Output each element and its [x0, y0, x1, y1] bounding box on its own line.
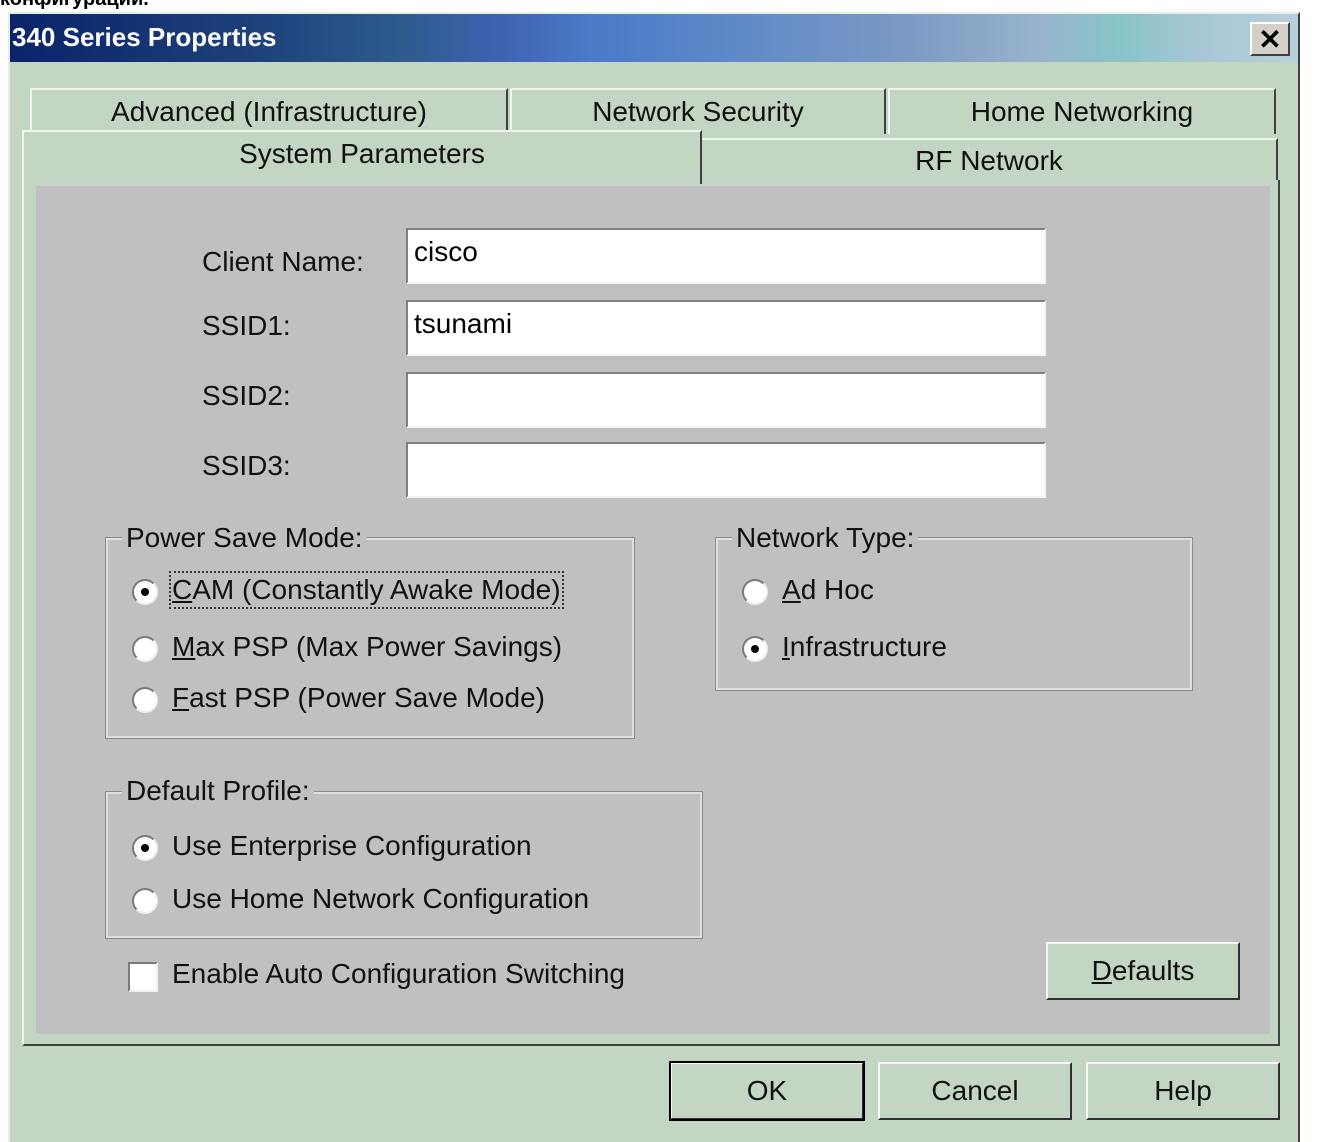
fast-psp-radio[interactable] [132, 687, 158, 713]
default-profile-group [105, 791, 703, 939]
ssid3-label: SSID3: [202, 450, 291, 481]
default-profile-legend: Default Profile: [122, 775, 314, 807]
window-title: 340 Series Properties [12, 22, 277, 52]
defaults-button[interactable]: Defaults [1046, 942, 1240, 1000]
close-button[interactable]: ✕ [1250, 22, 1290, 56]
page-caption: конфигурации. [0, 0, 149, 11]
tab-rf-network[interactable]: RF Network [700, 138, 1278, 182]
power-save-mode-legend: Power Save Mode: [122, 522, 367, 554]
ssid2-label: SSID2: [202, 380, 291, 411]
client-name-label: Client Name: [202, 246, 364, 277]
tab-network-security[interactable]: Network Security [510, 88, 886, 134]
ad-hoc-option-label[interactable]: Ad Hoc [782, 574, 874, 606]
tab-system-parameters[interactable]: System Parameters [22, 130, 702, 184]
ssid3-field[interactable] [406, 442, 1046, 498]
tab-advanced-infrastructure[interactable]: Advanced (Infrastructure) [30, 88, 508, 134]
home-network-config-radio[interactable] [132, 888, 158, 914]
help-button[interactable]: Help [1086, 1062, 1280, 1120]
ok-button[interactable]: OK [669, 1061, 865, 1121]
cam-option-label[interactable]: CAM (Constantly Awake Mode) [169, 571, 564, 609]
infrastructure-radio[interactable] [742, 636, 768, 662]
cancel-button[interactable]: Cancel [878, 1062, 1072, 1120]
ad-hoc-radio[interactable] [742, 579, 768, 605]
ssid2-field[interactable] [406, 372, 1046, 428]
network-type-group [715, 537, 1193, 691]
max-psp-option-label[interactable]: Max PSP (Max Power Savings) [172, 631, 562, 663]
tab-home-networking[interactable]: Home Networking [888, 88, 1276, 134]
auto-config-switching-checkbox[interactable] [128, 962, 158, 992]
ssid1-label: SSID1: [202, 310, 291, 341]
home-network-config-option-label[interactable]: Use Home Network Configuration [172, 883, 589, 915]
close-icon: ✕ [1258, 23, 1282, 55]
auto-config-switching-label[interactable]: Enable Auto Configuration Switching [172, 958, 625, 990]
client-name-field[interactable]: cisco [406, 228, 1046, 284]
network-type-legend: Network Type: [732, 522, 919, 554]
enterprise-config-radio[interactable] [132, 835, 158, 861]
cam-radio[interactable] [132, 579, 158, 605]
fast-psp-option-label[interactable]: Fast PSP (Power Save Mode) [172, 682, 545, 714]
max-psp-radio[interactable] [132, 636, 158, 662]
infrastructure-option-label[interactable]: Infrastructure [782, 631, 947, 663]
enterprise-config-option-label[interactable]: Use Enterprise Configuration [172, 830, 532, 862]
ssid1-field[interactable]: tsunami [406, 300, 1046, 356]
